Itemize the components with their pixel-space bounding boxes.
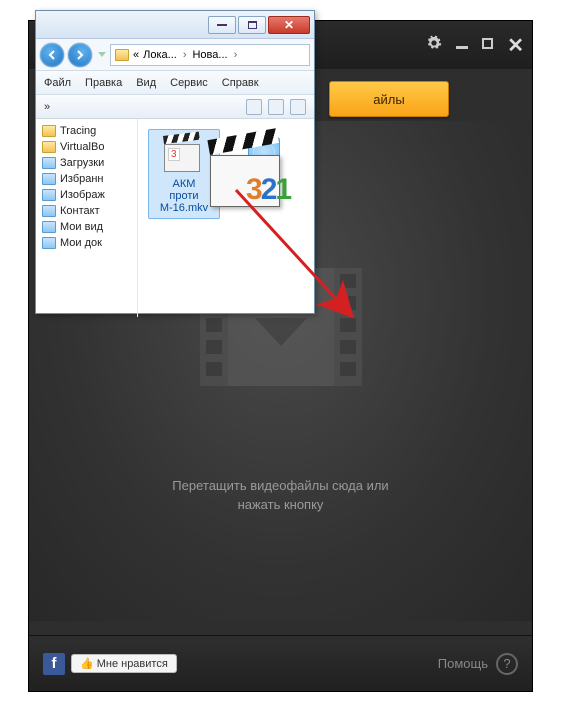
folder-icon	[115, 49, 129, 61]
documents-icon	[42, 237, 56, 249]
settings-button[interactable]	[426, 35, 442, 56]
explorer-maximize-button[interactable]	[238, 16, 266, 34]
explorer-nav: « Лока... Нова...	[36, 39, 314, 71]
contacts-icon	[42, 205, 56, 217]
breadcrumb-part[interactable]: Нова...	[192, 49, 227, 61]
gear-icon	[426, 35, 442, 51]
chevron-right-icon	[181, 49, 189, 61]
video-file-icon	[164, 134, 204, 174]
like-label: Мне нравится	[97, 658, 168, 670]
arrow-right-icon	[75, 50, 85, 60]
maximize-icon	[248, 21, 257, 29]
help-icon: ?	[496, 653, 518, 675]
explorer-menu: Файл Правка Вид Сервис Справк	[36, 71, 314, 95]
drop-hint-line2: нажать кнопку	[172, 495, 388, 515]
html-file-icon	[248, 137, 280, 169]
file-item-html[interactable]: Как	[228, 129, 300, 189]
minimize-icon	[456, 46, 468, 49]
tree-item[interactable]: Мои вид	[36, 219, 137, 235]
videos-icon	[42, 221, 56, 233]
breadcrumb-bar[interactable]: « Лока... Нова...	[110, 44, 310, 66]
chevron-right-icon	[232, 49, 240, 61]
explorer-body: Tracing VirtualBo Загрузки Избранн Изобр…	[36, 119, 314, 317]
maximize-icon	[482, 38, 493, 49]
nav-back-button[interactable]	[40, 43, 64, 67]
tree-item[interactable]: Контакт	[36, 203, 137, 219]
menu-file[interactable]: Файл	[44, 77, 71, 89]
close-icon: ✕	[284, 18, 294, 32]
tree-item[interactable]: Изображ	[36, 187, 137, 203]
preview-pane-icon[interactable]	[268, 99, 284, 115]
add-files-button[interactable]: айлы	[329, 81, 449, 117]
pictures-icon	[42, 189, 56, 201]
explorer-minimize-button[interactable]	[208, 16, 236, 34]
nav-forward-button[interactable]	[68, 43, 92, 67]
view-mode-icon[interactable]	[246, 99, 262, 115]
breadcrumb-sep: «	[133, 49, 139, 61]
minimize-icon	[217, 24, 227, 26]
tree-item[interactable]: Избранн	[36, 171, 137, 187]
bottom-bar: f 👍 Мне нравится Помощь ?	[29, 635, 532, 691]
menu-service[interactable]: Сервис	[170, 77, 208, 89]
minimize-button[interactable]	[456, 36, 468, 54]
tree-item[interactable]: VirtualBo	[36, 139, 137, 155]
drop-hint-line1: Перетащить видеофайлы сюда или	[172, 476, 388, 496]
favorites-icon	[42, 173, 56, 185]
social-group: f 👍 Мне нравится	[43, 653, 177, 675]
tree-item[interactable]: Мои док	[36, 235, 137, 251]
explorer-window: ✕ « Лока... Нова... Файл Правка Вид Серв…	[35, 10, 315, 314]
tree-item[interactable]: Загрузки	[36, 155, 137, 171]
menu-help[interactable]: Справк	[222, 77, 259, 89]
file-item-video[interactable]: АКМ проти М-16.mkv	[148, 129, 220, 219]
explorer-close-button[interactable]: ✕	[268, 16, 310, 34]
maximize-button[interactable]	[482, 36, 493, 54]
help-icon[interactable]	[290, 99, 306, 115]
explorer-toolbar: »	[36, 95, 314, 119]
help-label: Помощь	[438, 656, 488, 671]
explorer-titlebar[interactable]: ✕	[36, 11, 314, 39]
menu-edit[interactable]: Правка	[85, 77, 122, 89]
nav-dropdown-icon[interactable]	[98, 52, 106, 57]
folder-icon	[42, 125, 56, 137]
toolbar-more[interactable]: »	[44, 101, 50, 113]
tree-item[interactable]: Tracing	[36, 123, 137, 139]
folder-tree[interactable]: Tracing VirtualBo Загрузки Избранн Изобр…	[36, 119, 138, 317]
folder-icon	[42, 141, 56, 153]
breadcrumb-part[interactable]: Лока...	[143, 49, 177, 61]
file-list[interactable]: АКМ проти М-16.mkv Как	[138, 119, 314, 317]
drop-hint: Перетащить видеофайлы сюда или нажать кн…	[172, 476, 388, 515]
add-files-label: айлы	[373, 92, 404, 107]
like-button[interactable]: 👍 Мне нравится	[71, 654, 177, 673]
thumb-icon: 👍	[80, 657, 94, 670]
close-button[interactable]: ✕	[507, 33, 524, 58]
menu-view[interactable]: Вид	[136, 77, 156, 89]
help-group[interactable]: Помощь ?	[438, 653, 518, 675]
facebook-icon[interactable]: f	[43, 653, 65, 675]
arrow-left-icon	[47, 50, 57, 60]
downloads-icon	[42, 157, 56, 169]
